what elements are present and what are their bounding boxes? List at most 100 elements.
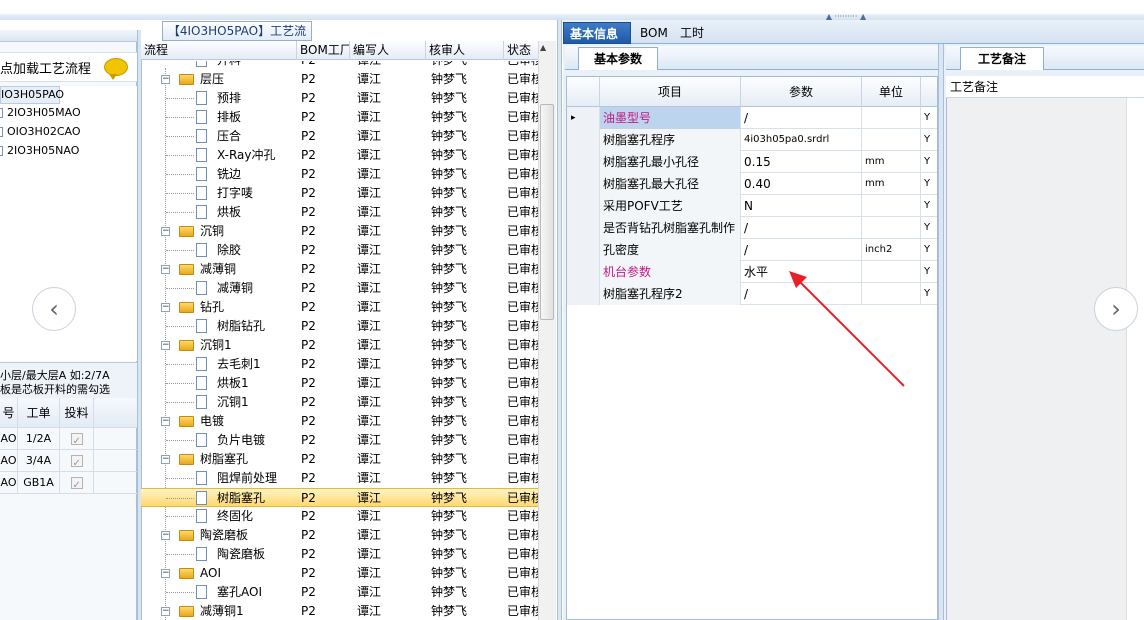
process-row[interactable]: 打字唛 P2 谭江 钟梦飞 已审核: [141, 184, 538, 203]
collapse-toggle-icon[interactable]: −: [161, 265, 170, 274]
tab-work-hours[interactable]: 工时: [674, 22, 710, 44]
param-row[interactable]: 树脂塞孔程序 4i03h05pa0.srdrl Y: [567, 129, 937, 151]
code-label[interactable]: 2IO3H05NAO: [7, 144, 79, 157]
process-name: 沉铜1: [200, 338, 232, 352]
param-row[interactable]: 树脂塞孔最大孔径 0.40 mm Y: [567, 173, 937, 195]
process-row[interactable]: 预排 P2 谭江 钟梦飞 已审核: [141, 89, 538, 108]
param-row[interactable]: ▸ 油墨型号 / Y: [567, 107, 937, 129]
process-row[interactable]: X-Ray冲孔 P2 谭江 钟梦飞 已审核: [141, 146, 538, 165]
code-list-item[interactable]: 2IO3H05NAO: [0, 142, 79, 160]
process-row[interactable]: − 减薄铜1 P2 谭江 钟梦飞 已审核: [141, 602, 538, 620]
process-row[interactable]: − 钻孔 P2 谭江 钟梦飞 已审核: [141, 298, 538, 317]
collapse-toggle-icon[interactable]: −: [161, 455, 170, 464]
process-row[interactable]: 树脂钻孔 P2 谭江 钟梦飞 已审核: [141, 317, 538, 336]
process-row[interactable]: − 层压 P2 谭江 钟梦飞 已审核: [141, 70, 538, 89]
collapse-toggle-icon[interactable]: −: [161, 303, 170, 312]
process-row[interactable]: − AOI P2 谭江 钟梦飞 已审核: [141, 564, 538, 583]
code-list-item[interactable]: OIO3H02CAO: [0, 123, 81, 141]
scroll-up-icon[interactable]: ▲: [540, 43, 546, 52]
process-row[interactable]: − 陶瓷磨板 P2 谭江 钟梦飞 已审核: [141, 526, 538, 545]
feed-checkbox[interactable]: [70, 475, 83, 493]
work-order-row[interactable]: AO GB1A: [0, 472, 137, 494]
right-splitter[interactable]: [938, 44, 944, 620]
tab-bom[interactable]: BOM: [634, 22, 674, 44]
param-value[interactable]: /: [741, 217, 862, 239]
process-row[interactable]: − 电镀 P2 谭江 钟梦飞 已审核: [141, 412, 538, 431]
process-row[interactable]: − 沉铜1 P2 谭江 钟梦飞 已审核: [141, 336, 538, 355]
param-row[interactable]: 采用POFV工艺 N Y: [567, 195, 937, 217]
work-order-row[interactable]: AO 3/4A: [0, 450, 137, 472]
col-item[interactable]: 项目: [600, 77, 741, 107]
process-row[interactable]: 树脂塞孔 P2 谭江 钟梦飞 已审核: [141, 488, 538, 507]
tab-basic-info[interactable]: 基本信息: [563, 22, 631, 44]
col-status[interactable]: 状态: [504, 41, 538, 60]
tab-process-note[interactable]: 工艺备注: [960, 47, 1044, 70]
process-row[interactable]: 铣边 P2 谭江 钟梦飞 已审核: [141, 165, 538, 184]
process-row[interactable]: 终固化 P2 谭江 钟梦飞 已审核: [141, 507, 538, 526]
status: 已审核: [507, 509, 538, 523]
param-value[interactable]: 0.40: [741, 173, 862, 195]
param-value[interactable]: N: [741, 195, 862, 217]
collapse-toggle-icon[interactable]: −: [161, 417, 170, 426]
param-row[interactable]: 是否背钻孔树脂塞孔制作 / Y: [567, 217, 937, 239]
work-order-row[interactable]: AO 1/2A: [0, 428, 137, 450]
collapse-toggle-icon[interactable]: −: [161, 227, 170, 236]
process-row[interactable]: 除胶 P2 谭江 钟梦飞 已审核: [141, 241, 538, 260]
process-row[interactable]: − 树脂塞孔 P2 谭江 钟梦飞 已审核: [141, 450, 538, 469]
param-value[interactable]: 4i03h05pa0.srdrl: [741, 129, 862, 151]
note-scrollbar[interactable]: [1126, 98, 1144, 620]
process-note-area[interactable]: [946, 76, 1144, 620]
process-name: 终固化: [217, 509, 254, 523]
param-row[interactable]: 孔密度 / inch2 Y: [567, 239, 937, 261]
feed-checkbox[interactable]: [70, 453, 83, 471]
code-label[interactable]: OIO3H02CAO: [7, 125, 81, 138]
process-row[interactable]: 负片电镀 P2 谭江 钟梦飞 已审核: [141, 431, 538, 450]
process-row[interactable]: 排板 P2 谭江 钟梦飞 已审核: [141, 108, 538, 127]
selected-code[interactable]: IO3H05PAO: [0, 86, 64, 104]
col-process[interactable]: 流程: [141, 41, 297, 60]
param-row[interactable]: 树脂塞孔最小孔径 0.15 mm Y: [567, 151, 937, 173]
process-row[interactable]: 阻焊前处理 P2 谭江 钟梦飞 已审核: [141, 469, 538, 488]
process-name: X-Ray冲孔: [217, 148, 276, 162]
param-value[interactable]: 0.15: [741, 151, 862, 173]
code-list-item[interactable]: 2IO3H05MAO: [0, 104, 81, 122]
collapse-toggle-icon[interactable]: −: [161, 569, 170, 578]
tree-scroll-thumb[interactable]: [540, 104, 554, 320]
process-row[interactable]: 塞孔AOI P2 谭江 钟梦飞 已审核: [141, 583, 538, 602]
code-label[interactable]: 2IO3H05MAO: [7, 106, 81, 119]
col-param[interactable]: 参数: [741, 77, 862, 107]
collapse-toggle-icon[interactable]: −: [161, 341, 170, 350]
process-row[interactable]: 烘板 P2 谭江 钟梦飞 已审核: [141, 203, 538, 222]
param-value[interactable]: /: [741, 107, 862, 129]
prev-button[interactable]: ‹: [32, 287, 76, 331]
col-unit[interactable]: 单位: [862, 77, 921, 107]
tree-connector: [166, 98, 194, 99]
process-row[interactable]: 减薄铜 P2 谭江 钟梦飞 已审核: [141, 279, 538, 298]
collapse-toggle-icon[interactable]: −: [161, 607, 170, 616]
col-reviewer[interactable]: 核审人: [426, 41, 504, 60]
process-row[interactable]: 去毛刺1 P2 谭江 钟梦飞 已审核: [141, 355, 538, 374]
process-row[interactable]: 陶瓷磨板 P2 谭江 钟梦飞 已审核: [141, 545, 538, 564]
load-process-label[interactable]: 点加载工艺流程: [0, 58, 91, 77]
process-title-tab[interactable]: 【4IO3HO5PAO】工艺流程: [162, 21, 312, 56]
speech-bubble-icon[interactable]: [104, 58, 128, 80]
middle-splitter[interactable]: [557, 20, 562, 620]
param-value[interactable]: /: [741, 239, 862, 261]
collapse-toggle-icon[interactable]: −: [161, 75, 170, 84]
process-row[interactable]: 沉铜1 P2 谭江 钟梦飞 已审核: [141, 393, 538, 412]
feed-checkbox[interactable]: [70, 431, 83, 449]
tree-connector: [166, 193, 194, 194]
col-writer[interactable]: 编写人: [350, 41, 426, 60]
process-row[interactable]: − 沉铜 P2 谭江 钟梦飞 已审核: [141, 222, 538, 241]
tree-connector: [166, 212, 194, 213]
next-button[interactable]: ›: [1094, 287, 1138, 331]
col-bom-plant[interactable]: BOM工厂: [297, 41, 350, 60]
collapse-toggle-icon[interactable]: −: [161, 531, 170, 540]
process-row[interactable]: 压合 P2 谭江 钟梦飞 已审核: [141, 127, 538, 146]
tab-basic-params[interactable]: 基本参数: [578, 47, 658, 70]
process-row[interactable]: − 减薄铜 P2 谭江 钟梦飞 已审核: [141, 260, 538, 279]
order-number: 1/2A: [18, 428, 60, 449]
process-row[interactable]: 烘板1 P2 谭江 钟梦飞 已审核: [141, 374, 538, 393]
param-item: 树脂塞孔最小孔径: [600, 151, 741, 173]
param-item: 树脂塞孔最大孔径: [600, 173, 741, 195]
